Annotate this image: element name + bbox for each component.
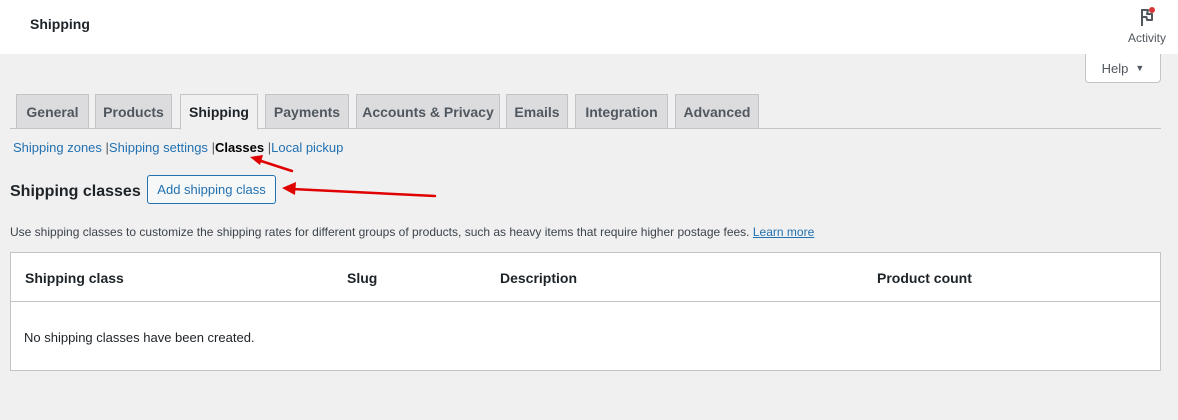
tab-products[interactable]: Products bbox=[95, 94, 172, 129]
flag-icon bbox=[1141, 7, 1155, 26]
tab-emails[interactable]: Emails bbox=[506, 94, 568, 129]
activity-label: Activity bbox=[1127, 31, 1166, 45]
caret-down-icon: ▼ bbox=[1135, 63, 1145, 73]
column-header-description: Description bbox=[500, 270, 578, 286]
tab-integration[interactable]: Integration bbox=[575, 94, 668, 129]
description-text: Use shipping classes to customize the sh… bbox=[10, 225, 750, 239]
column-header-shipping-class: Shipping class bbox=[25, 270, 124, 286]
annotation-arrow-classes bbox=[250, 155, 294, 173]
top-bar: Shipping Activity bbox=[0, 0, 1178, 54]
tab-accounts-privacy[interactable]: Accounts & Privacy bbox=[356, 94, 500, 129]
learn-more-link[interactable]: Learn more bbox=[753, 225, 814, 239]
annotation-arrow-add-button bbox=[282, 182, 437, 198]
tab-general[interactable]: General bbox=[16, 94, 89, 129]
shipping-classes-table: Shipping class Slug Description Product … bbox=[10, 252, 1161, 371]
help-button[interactable]: Help ▼ bbox=[1085, 54, 1161, 83]
subnav-classes[interactable]: Classes bbox=[215, 140, 264, 155]
subnav-shipping-settings[interactable]: Shipping settings bbox=[109, 140, 208, 155]
tab-advanced[interactable]: Advanced bbox=[675, 94, 759, 129]
table-header: Shipping class Slug Description Product … bbox=[11, 253, 1160, 302]
column-header-product-count: Product count bbox=[877, 270, 972, 286]
shipping-subnav: Shipping zones |Shipping settings |Class… bbox=[13, 140, 343, 155]
tab-payments[interactable]: Payments bbox=[265, 94, 349, 129]
subnav-shipping-zones[interactable]: Shipping zones bbox=[13, 140, 102, 155]
section-description: Use shipping classes to customize the sh… bbox=[10, 225, 814, 239]
settings-tabs: General Products Shipping Payments Accou… bbox=[10, 93, 1161, 130]
tab-shipping[interactable]: Shipping bbox=[180, 94, 258, 130]
add-shipping-class-button[interactable]: Add shipping class bbox=[147, 175, 276, 204]
activity-button[interactable]: Activity bbox=[1125, 4, 1169, 50]
empty-table-message: No shipping classes have been created. bbox=[24, 330, 255, 345]
section-heading: Shipping classes bbox=[10, 183, 141, 200]
column-header-slug: Slug bbox=[347, 270, 378, 286]
page-title: Shipping bbox=[30, 16, 90, 32]
subnav-local-pickup[interactable]: Local pickup bbox=[271, 140, 343, 155]
help-label: Help bbox=[1101, 60, 1129, 76]
